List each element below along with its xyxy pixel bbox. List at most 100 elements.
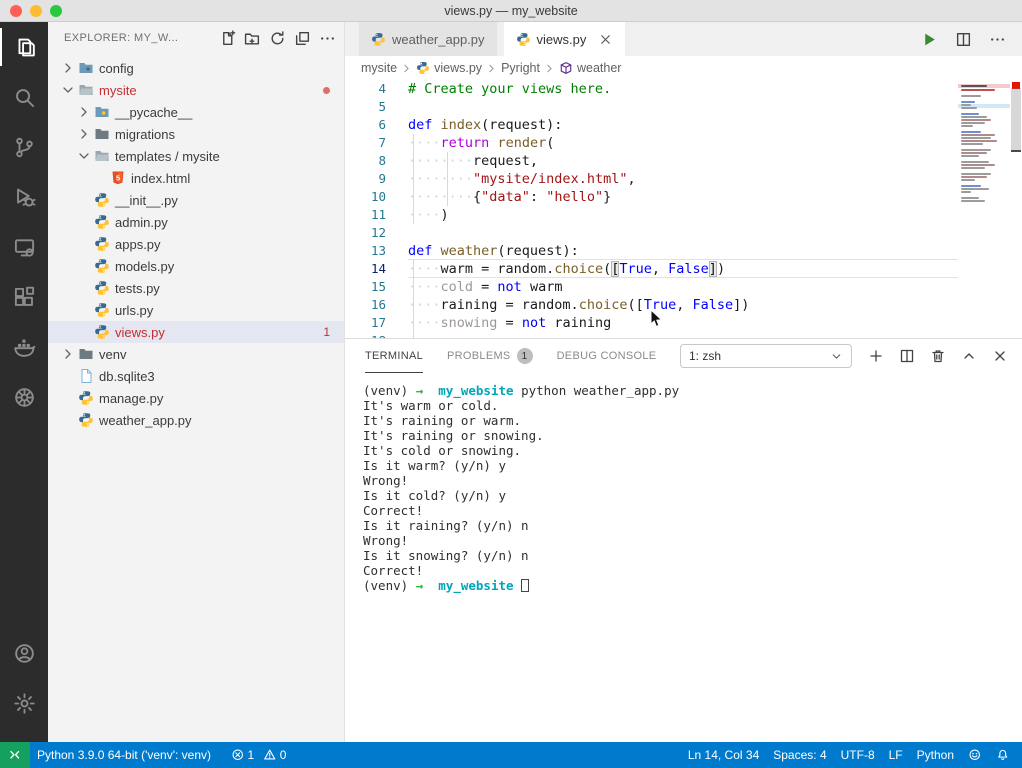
tree-item-views-py[interactable]: views.py1 <box>48 321 344 343</box>
terminal-line: Is it warm? (y/n) y <box>363 458 1016 473</box>
tree-item-models-py[interactable]: models.py <box>48 255 344 277</box>
editor-scrollbar[interactable] <box>1010 80 1022 338</box>
tree-item-apps-py[interactable]: apps.py <box>48 233 344 255</box>
line-number[interactable]: 6 <box>345 116 408 134</box>
minimize-window-button[interactable] <box>30 5 42 17</box>
activity-search-button[interactable] <box>0 72 48 122</box>
status-language[interactable]: Python <box>910 742 961 768</box>
code-token: raining = random. <box>441 297 579 313</box>
tab-weather-app-py[interactable]: weather_app.py <box>359 22 498 56</box>
tree-item-manage-py[interactable]: manage.py <box>48 387 344 409</box>
status-notifications[interactable] <box>989 742 1017 768</box>
breadcrumb-item-mysite[interactable]: mysite <box>361 61 397 75</box>
line-number[interactable]: 7 <box>345 134 408 152</box>
python-icon <box>94 192 110 208</box>
tree-item-weather-app-py[interactable]: weather_app.py <box>48 409 344 431</box>
tree-item-mysite[interactable]: mysite <box>48 79 344 101</box>
close-panel-icon[interactable] <box>992 348 1008 364</box>
tree-item-tests-py[interactable]: tests.py <box>48 277 344 299</box>
line-number[interactable]: 4 <box>345 80 408 98</box>
run-icon[interactable] <box>921 31 938 48</box>
close-icon[interactable] <box>598 32 613 47</box>
new-folder-icon[interactable] <box>244 30 261 47</box>
status-encoding[interactable]: UTF-8 <box>834 742 882 768</box>
tree-item-init-py[interactable]: __init__.py <box>48 189 344 211</box>
line-number[interactable]: 16 <box>345 296 408 314</box>
panel-tab-debug-console[interactable]: DEBUG CONSOLE <box>557 339 657 373</box>
more-icon[interactable] <box>989 31 1006 48</box>
line-number[interactable]: 14 <box>345 260 408 278</box>
activity-source-control-button[interactable] <box>0 122 48 172</box>
close-window-button[interactable] <box>10 5 22 17</box>
activity-docker-button[interactable] <box>0 322 48 372</box>
editor-group: weather_app.pyviews.py mysiteviews.pyPyr… <box>345 22 1022 338</box>
terminal-line: Wrong! <box>363 533 1016 548</box>
minimap-line <box>961 143 983 145</box>
line-number[interactable]: 12 <box>345 224 408 242</box>
status-cursor-position-label: Ln 14, Col 34 <box>688 748 759 762</box>
tree-item-pycache[interactable]: __pycache__ <box>48 101 344 123</box>
problems-count-badge: 1 <box>323 325 330 339</box>
tree-item-venv[interactable]: venv <box>48 343 344 365</box>
tree-item-templates-mysite[interactable]: templates / mysite <box>48 145 344 167</box>
maximize-panel-icon[interactable] <box>961 348 977 364</box>
line-number[interactable]: 17 <box>345 314 408 332</box>
kill-terminal-icon[interactable] <box>930 348 946 364</box>
terminal-output[interactable]: (venv) → my_website python weather_app.p… <box>363 383 1016 738</box>
tree-indent-spacer <box>76 236 92 252</box>
activity-settings-button[interactable] <box>0 678 48 728</box>
more-icon[interactable] <box>319 30 336 47</box>
minimap-line <box>961 116 987 118</box>
tree-item-migrations[interactable]: migrations <box>48 123 344 145</box>
breadcrumb-item-views-py[interactable]: views.py <box>416 61 482 75</box>
new-terminal-icon[interactable] <box>868 348 884 364</box>
line-number[interactable]: 13 <box>345 242 408 260</box>
terminal-shell-select[interactable]: 1: zsh <box>680 344 852 368</box>
chevron-down-icon <box>76 148 92 164</box>
activity-explorer-button[interactable] <box>0 22 48 72</box>
refresh-icon[interactable] <box>269 30 286 47</box>
activity-accounts-button[interactable] <box>0 628 48 678</box>
collapse-all-icon[interactable] <box>294 30 311 47</box>
zoom-window-button[interactable] <box>50 5 62 17</box>
status-remote[interactable] <box>0 742 30 768</box>
line-number[interactable]: 11 <box>345 206 408 224</box>
split-terminal-icon[interactable] <box>899 348 915 364</box>
explorer-sidebar: EXPLORER: MY_W... configmysite__pycache_… <box>48 22 345 742</box>
line-number[interactable]: 5 <box>345 98 408 116</box>
line-number[interactable]: 8 <box>345 152 408 170</box>
new-file-icon[interactable] <box>219 30 236 47</box>
python-icon <box>416 61 430 75</box>
status-indentation[interactable]: Spaces: 4 <box>766 742 833 768</box>
activity-python-env-button[interactable] <box>0 372 48 422</box>
html-icon: 5 <box>110 170 126 186</box>
breadcrumb-item-weather[interactable]: weather <box>559 61 621 75</box>
line-number[interactable]: 10 <box>345 188 408 206</box>
activity-extensions-button[interactable] <box>0 272 48 322</box>
minimap-line <box>961 119 991 121</box>
tree-item-index-html[interactable]: 5index.html <box>48 167 344 189</box>
status-python-interpreter[interactable]: Python 3.9.0 64-bit ('venv': venv) <box>30 742 218 768</box>
activity-run-debug-button[interactable] <box>0 172 48 222</box>
status-cursor-position[interactable]: Ln 14, Col 34 <box>681 742 766 768</box>
tree-item-urls-py[interactable]: urls.py <box>48 299 344 321</box>
activity-remote-explorer-button[interactable] <box>0 222 48 272</box>
minimap[interactable] <box>958 80 1010 338</box>
status-feedback[interactable] <box>961 742 989 768</box>
panel-tab-terminal[interactable]: TERMINAL <box>365 339 423 373</box>
line-number[interactable]: 9 <box>345 170 408 188</box>
split-editor-icon[interactable] <box>955 31 972 48</box>
scrollbar-thumb[interactable] <box>1011 88 1021 152</box>
tree-indent-spacer <box>76 302 92 318</box>
tab-views-py[interactable]: views.py <box>504 22 627 56</box>
search-icon <box>13 86 36 109</box>
tree-item-config[interactable]: config <box>48 57 344 79</box>
status-eol[interactable]: LF <box>882 742 910 768</box>
breadcrumb-item-pyright[interactable]: Pyright <box>501 61 540 75</box>
tree-item-db-sqlite3[interactable]: db.sqlite3 <box>48 365 344 387</box>
tree-item-admin-py[interactable]: admin.py <box>48 211 344 233</box>
panel-tab-problems[interactable]: PROBLEMS1 <box>447 339 533 373</box>
status-problems[interactable]: 10 <box>218 742 293 768</box>
line-number[interactable]: 15 <box>345 278 408 296</box>
code-editor[interactable]: 4# Create your views here.56def index(re… <box>345 80 1022 338</box>
